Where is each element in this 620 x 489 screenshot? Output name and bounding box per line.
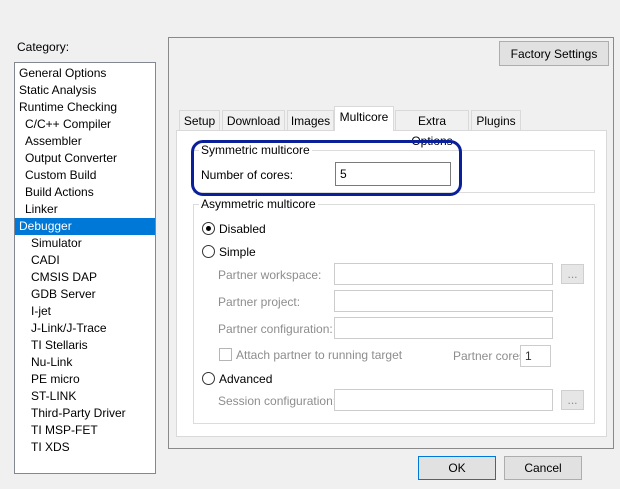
category-item[interactable]: Assembler	[15, 133, 155, 150]
advanced-radio[interactable]	[202, 372, 215, 385]
category-item[interactable]: CMSIS DAP	[15, 269, 155, 286]
number-of-cores-label: Number of cores:	[201, 168, 294, 182]
radio-dot-icon	[206, 226, 211, 231]
attach-partner-checkbox[interactable]	[219, 348, 232, 361]
tab-plugins[interactable]: Plugins	[471, 110, 521, 130]
category-item[interactable]: Linker	[15, 201, 155, 218]
category-item[interactable]: CADI	[15, 252, 155, 269]
category-item[interactable]: GDB Server	[15, 286, 155, 303]
category-item[interactable]: General Options	[15, 65, 155, 82]
category-item[interactable]: ST-LINK	[15, 388, 155, 405]
session-configuration-label: Session configuration:	[218, 394, 337, 408]
asymmetric-multicore-title: Asymmetric multicore	[199, 197, 318, 211]
category-item[interactable]: I-jet	[15, 303, 155, 320]
category-item[interactable]: TI MSP-FET	[15, 422, 155, 439]
session-configuration-browse-button[interactable]: ...	[561, 390, 584, 410]
partner-workspace-input[interactable]	[334, 263, 553, 285]
tab-setup[interactable]: Setup	[179, 110, 220, 130]
partner-configuration-label: Partner configuration:	[218, 322, 333, 336]
category-item[interactable]: TI XDS	[15, 439, 155, 456]
category-item[interactable]: J-Link/J-Trace	[15, 320, 155, 337]
partner-workspace-browse-button[interactable]: ...	[561, 264, 584, 284]
factory-settings-button[interactable]: Factory Settings	[499, 41, 609, 66]
session-configuration-input[interactable]	[334, 389, 553, 411]
category-item[interactable]: Static Analysis	[15, 82, 155, 99]
tab-images[interactable]: Images	[287, 110, 334, 130]
tab-download[interactable]: Download	[222, 110, 285, 130]
disabled-radio[interactable]	[202, 222, 215, 235]
ok-button[interactable]: OK	[418, 456, 496, 480]
partner-project-label: Partner project:	[218, 295, 301, 309]
cancel-button[interactable]: Cancel	[504, 456, 582, 480]
partner-workspace-label: Partner workspace:	[218, 268, 322, 282]
category-item[interactable]: TI Stellaris	[15, 337, 155, 354]
category-item[interactable]: Simulator	[15, 235, 155, 252]
number-of-cores-input[interactable]: 5	[335, 162, 451, 186]
category-label: Category:	[17, 40, 70, 54]
category-item[interactable]: Nu-Link	[15, 354, 155, 371]
partner-cores-label: Partner cores	[453, 349, 526, 363]
symmetric-multicore-title: Symmetric multicore	[199, 143, 312, 157]
category-item[interactable]: Runtime Checking	[15, 99, 155, 116]
category-item[interactable]: C/C++ Compiler	[15, 116, 155, 133]
category-item[interactable]: Third-Party Driver	[15, 405, 155, 422]
advanced-radio-label: Advanced	[219, 372, 273, 386]
tab-extra-options[interactable]: Extra Options	[395, 110, 469, 148]
partner-cores-input[interactable]: 1	[520, 345, 551, 367]
disabled-radio-label: Disabled	[219, 222, 266, 236]
tab-multicore[interactable]: Multicore	[334, 106, 394, 131]
category-item[interactable]: PE micro	[15, 371, 155, 388]
category-item[interactable]: Custom Build	[15, 167, 155, 184]
category-item[interactable]: Debugger	[15, 218, 155, 235]
partner-project-input[interactable]	[334, 290, 553, 312]
category-item[interactable]: Build Actions	[15, 184, 155, 201]
attach-partner-label: Attach partner to running target	[236, 348, 403, 362]
category-list[interactable]: General Options Static Analysis Runtime Ch…	[14, 62, 156, 474]
partner-configuration-input[interactable]	[334, 317, 553, 339]
category-item[interactable]: Output Converter	[15, 150, 155, 167]
simple-radio-label: Simple	[219, 245, 256, 259]
simple-radio[interactable]	[202, 245, 215, 258]
